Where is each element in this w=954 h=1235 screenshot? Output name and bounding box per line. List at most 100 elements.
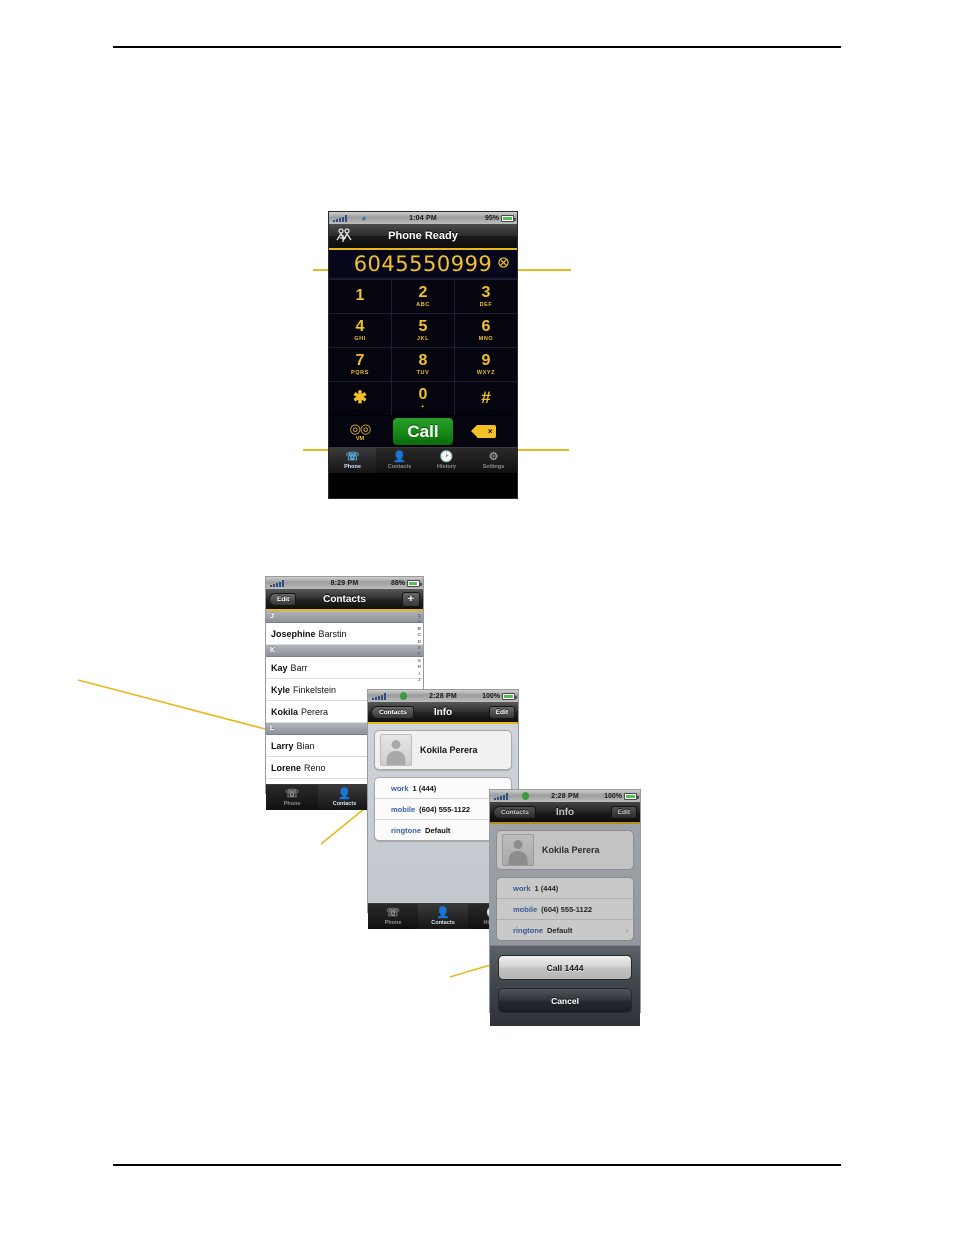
- tab-settings[interactable]: ⚙ Settings: [470, 448, 517, 473]
- dialer-navbar: Phone Ready: [329, 224, 517, 250]
- key-digit: 2: [418, 283, 428, 301]
- contact-first-name: Kyle: [271, 684, 291, 695]
- dialer-action-row: ◎◎ VM Call ×: [329, 416, 517, 447]
- handset-icon: ☏: [345, 450, 360, 463]
- tab-contacts[interactable]: 👤 Contacts: [376, 448, 423, 473]
- field-row-mobile[interactable]: mobile (604) 555-1122: [497, 899, 633, 920]
- field-value: 1 (444): [412, 783, 437, 793]
- key-digit: 1: [355, 286, 365, 304]
- key-digit: ✱: [352, 388, 368, 407]
- field-label: ringtone: [391, 825, 421, 835]
- dialpad-key-0[interactable]: 0 +: [392, 382, 454, 415]
- status-time: 1:04 PM: [409, 214, 437, 222]
- dialpad-key-4[interactable]: 4 GHI: [329, 314, 391, 347]
- dialpad-key-3[interactable]: 3 DEF: [455, 280, 517, 313]
- contact-last-name: Reno: [304, 762, 326, 773]
- voicemail-label: VM: [355, 435, 365, 442]
- tab-contacts[interactable]: 👤 Contacts: [318, 785, 371, 810]
- field-row-work[interactable]: work 1 (444): [497, 878, 633, 899]
- person-icon: 👤: [337, 787, 352, 800]
- info-navbar: Contacts Info Edit: [368, 702, 518, 724]
- key-letters: GHI: [354, 335, 366, 342]
- key-letters: MNO: [478, 335, 494, 342]
- avatar-placeholder-icon: [380, 734, 412, 766]
- battery-icon: [501, 214, 516, 222]
- footer-rule: [113, 1164, 841, 1166]
- edit-button[interactable]: Edit: [488, 705, 515, 719]
- back-to-contacts-button[interactable]: Contacts: [371, 705, 414, 719]
- dialpad-key-1[interactable]: 1: [329, 280, 391, 313]
- dialpad-key-star[interactable]: ✱: [329, 382, 391, 415]
- contact-fields: work 1 (444) mobile (604) 555-1122 ringt…: [496, 877, 634, 941]
- backspace-button[interactable]: ×: [455, 416, 517, 447]
- voicemail-icon: ◎◎: [349, 420, 372, 436]
- add-contact-button[interactable]: +: [401, 591, 420, 607]
- phone-screenshot-dialer: ◕ 1:04 PM 95% Phone Ready 6045550999 1 2…: [328, 211, 518, 499]
- action-sheet: Call 1444 Cancel: [490, 945, 640, 1026]
- avatar-placeholder-icon: [502, 834, 534, 866]
- battery-icon: [502, 692, 517, 700]
- alphabet-index[interactable]: Q A B C D E F G H I J: [417, 613, 421, 683]
- list-item[interactable]: Josephine Barstin: [266, 623, 423, 645]
- key-digit: 7: [355, 351, 365, 369]
- back-to-contacts-button[interactable]: Contacts: [493, 805, 536, 819]
- status-time: 2:28 PM: [429, 692, 457, 700]
- status-time: 2:28 PM: [551, 792, 579, 800]
- dialpad-key-5[interactable]: 5 JKL: [392, 314, 454, 347]
- key-digit: 9: [481, 351, 491, 369]
- voicemail-button[interactable]: ◎◎ VM: [329, 416, 391, 447]
- dialpad-key-9[interactable]: 9 WXYZ: [455, 348, 517, 381]
- battery-icon: [624, 792, 639, 800]
- backspace-glyph: ×: [487, 427, 493, 436]
- gears-icon: ⚙: [488, 450, 499, 463]
- call-button[interactable]: Call: [393, 418, 453, 445]
- tab-label: Contacts: [332, 800, 357, 807]
- dialpad-key-2[interactable]: 2 ABC: [392, 280, 454, 313]
- tab-phone[interactable]: ☏ Phone: [329, 448, 376, 473]
- status-bar: ◕ 1:04 PM 95%: [329, 212, 517, 224]
- key-digit: 8: [418, 351, 428, 369]
- key-letters: PQRS: [351, 369, 369, 376]
- edit-button[interactable]: Edit: [269, 592, 297, 606]
- call-1444-button[interactable]: Call 1444: [498, 955, 632, 980]
- dialpad-key-6[interactable]: 6 MNO: [455, 314, 517, 347]
- tab-contacts[interactable]: 👤 Contacts: [418, 904, 468, 929]
- contact-last-name: Barr: [290, 662, 308, 673]
- section-header-k: K: [266, 645, 423, 657]
- battery-icon: [407, 579, 422, 587]
- status-bar: 8:29 PM 88%: [266, 577, 423, 589]
- clear-number-icon[interactable]: [498, 255, 509, 273]
- cancel-button[interactable]: Cancel: [498, 988, 632, 1013]
- tab-label: History: [437, 463, 456, 470]
- contact-last-name: Bian: [296, 740, 315, 751]
- field-row-ringtone[interactable]: ringtone Default ›: [497, 920, 633, 940]
- tab-label: Phone: [384, 919, 402, 926]
- field-value: Default: [425, 825, 451, 835]
- field-value: (604) 555-1122: [419, 804, 471, 814]
- tab-phone[interactable]: ☏ Phone: [266, 785, 318, 810]
- tab-label: Contacts: [387, 463, 412, 470]
- tab-phone[interactable]: ☏ Phone: [368, 904, 418, 929]
- key-digit: 0: [418, 385, 428, 403]
- backspace-icon: ×: [470, 425, 496, 438]
- contact-last-name: Perera: [301, 706, 329, 717]
- key-digit: 4: [355, 317, 365, 335]
- dialpad-key-8[interactable]: 8 TUV: [392, 348, 454, 381]
- person-icon: 👤: [392, 450, 407, 463]
- tab-history[interactable]: 🕑History: [423, 448, 470, 473]
- dialpad-key-7[interactable]: 7 PQRS: [329, 348, 391, 381]
- dialpad-key-hash[interactable]: #: [455, 382, 517, 415]
- status-bar: 2:28 PM 100%: [368, 690, 518, 702]
- edit-button[interactable]: Edit: [610, 805, 637, 819]
- tab-bar: ☏ Phone 👤 Contacts 🕑 History ⚙ Settings: [329, 447, 517, 473]
- list-item[interactable]: Kay Barr: [266, 657, 423, 679]
- field-label: mobile: [391, 804, 416, 814]
- status-time: 8:29 PM: [330, 579, 359, 587]
- dialed-number-display[interactable]: 6045550999: [329, 250, 517, 279]
- contact-first-name: Lorene: [271, 762, 302, 773]
- contact-first-name: Larry: [271, 740, 294, 751]
- dialpad[interactable]: 1 2 ABC 3 DEF 4 GHI 5 JKL 6 MNO 7 PQRS 8 TUV 9W…: [329, 279, 517, 415]
- contact-name: Kokila Perera: [420, 745, 478, 755]
- key-digit: 6: [481, 317, 491, 335]
- alpha-index-letter[interactable]: J: [418, 677, 421, 683]
